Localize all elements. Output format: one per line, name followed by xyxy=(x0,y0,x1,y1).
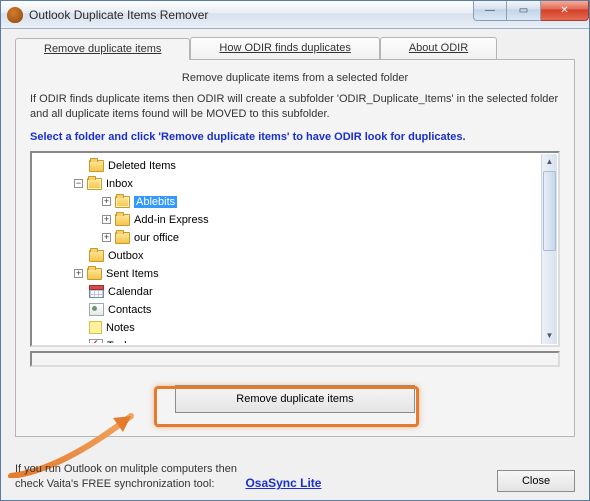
tree-scrollbar[interactable]: ▲ ▼ xyxy=(541,154,557,344)
tree-node[interactable]: + Add-in Express xyxy=(36,211,540,229)
expand-toggle-icon[interactable]: + xyxy=(102,215,111,224)
tree-node-label: Ablebits xyxy=(134,196,177,208)
remove-duplicates-button[interactable]: Remove duplicate items xyxy=(175,385,415,413)
tree-node-label: Deleted Items xyxy=(108,160,176,172)
folder-icon xyxy=(89,250,104,262)
scroll-thumb[interactable] xyxy=(543,171,556,251)
folder-icon xyxy=(87,268,102,280)
status-inset xyxy=(30,351,560,367)
expand-toggle-icon[interactable]: + xyxy=(102,197,111,206)
tree-node[interactable]: + Ablebits xyxy=(36,193,540,211)
folder-icon xyxy=(115,232,130,244)
tree-node-label: Outbox xyxy=(108,250,143,262)
window-buttons: — ▭ ✕ xyxy=(473,1,589,21)
titlebar[interactable]: Outlook Duplicate Items Remover — ▭ ✕ xyxy=(1,1,589,29)
close-button[interactable]: Close xyxy=(497,470,575,492)
notes-icon xyxy=(89,321,102,334)
expand-toggle-icon[interactable]: + xyxy=(74,269,83,278)
maximize-button[interactable]: ▭ xyxy=(507,1,541,21)
promo-link[interactable]: OsaSync Lite xyxy=(245,476,321,490)
expand-toggle-icon[interactable]: − xyxy=(74,179,83,188)
minimize-button[interactable]: — xyxy=(473,1,507,21)
scroll-down-icon[interactable]: ▼ xyxy=(542,328,557,344)
tree-node[interactable]: Tasks xyxy=(36,337,540,343)
tabstrip: Remove duplicate items How ODIR finds du… xyxy=(15,37,575,59)
tree-node[interactable]: + Sent Items xyxy=(36,265,540,283)
tree-node[interactable]: Outbox xyxy=(36,247,540,265)
tree-node[interactable]: − Inbox xyxy=(36,175,540,193)
folder-icon xyxy=(89,160,104,172)
folder-tree-box: Deleted Items − Inbox + Ablebits + Add-in Expr… xyxy=(30,151,560,347)
scroll-up-icon[interactable]: ▲ xyxy=(542,154,557,170)
button-row: Remove duplicate items xyxy=(30,385,560,413)
tab-how-odir-finds[interactable]: How ODIR finds duplicates xyxy=(190,37,379,59)
promo-line1: If you run Outlook on mulitple computers… xyxy=(15,463,237,475)
tasks-icon xyxy=(89,339,103,343)
close-window-button[interactable]: ✕ xyxy=(541,1,589,21)
folder-open-icon xyxy=(87,178,102,190)
panel-heading: Remove duplicate items from a selected f… xyxy=(30,72,560,84)
tree-node-label: Notes xyxy=(106,322,135,334)
tree-node[interactable]: Deleted Items xyxy=(36,157,540,175)
panel-instruction: Select a folder and click 'Remove duplic… xyxy=(30,130,560,145)
window-title: Outlook Duplicate Items Remover xyxy=(29,8,208,22)
folder-icon xyxy=(115,214,130,226)
tab-about-odir[interactable]: About ODIR xyxy=(380,37,497,59)
client-area: Remove duplicate items How ODIR finds du… xyxy=(1,29,589,500)
folder-open-icon xyxy=(115,196,130,208)
tab-panel: Remove duplicate items from a selected f… xyxy=(15,59,575,437)
tree-node[interactable]: Calendar xyxy=(36,283,540,301)
tree-node[interactable]: Contacts xyxy=(36,301,540,319)
tree-node-label: our office xyxy=(134,232,179,244)
expand-toggle-icon[interactable]: + xyxy=(102,233,111,242)
contacts-icon xyxy=(89,303,104,316)
tree-node-label: Contacts xyxy=(108,304,151,316)
tree-node[interactable]: Notes xyxy=(36,319,540,337)
tab-remove-duplicates[interactable]: Remove duplicate items xyxy=(15,38,190,60)
tree-node-label: Sent Items xyxy=(106,268,159,280)
tree-node-label: Calendar xyxy=(108,286,153,298)
promo-line2: check Vaita's FREE synchronization tool: xyxy=(15,478,214,490)
tree-node-label: Tasks xyxy=(107,340,135,343)
app-window: Outlook Duplicate Items Remover — ▭ ✕ Re… xyxy=(0,0,590,501)
folder-tree[interactable]: Deleted Items − Inbox + Ablebits + Add-in Expr… xyxy=(36,157,540,343)
tree-node-label: Add-in Express xyxy=(134,214,209,226)
tree-node[interactable]: + our office xyxy=(36,229,540,247)
panel-description: If ODIR finds duplicate items then ODIR … xyxy=(30,92,560,122)
tree-node-label: Inbox xyxy=(106,178,133,190)
calendar-icon xyxy=(89,285,104,298)
footer: If you run Outlook on mulitple computers… xyxy=(15,462,575,492)
promo-text: If you run Outlook on mulitple computers… xyxy=(15,462,321,492)
app-icon xyxy=(7,7,23,23)
